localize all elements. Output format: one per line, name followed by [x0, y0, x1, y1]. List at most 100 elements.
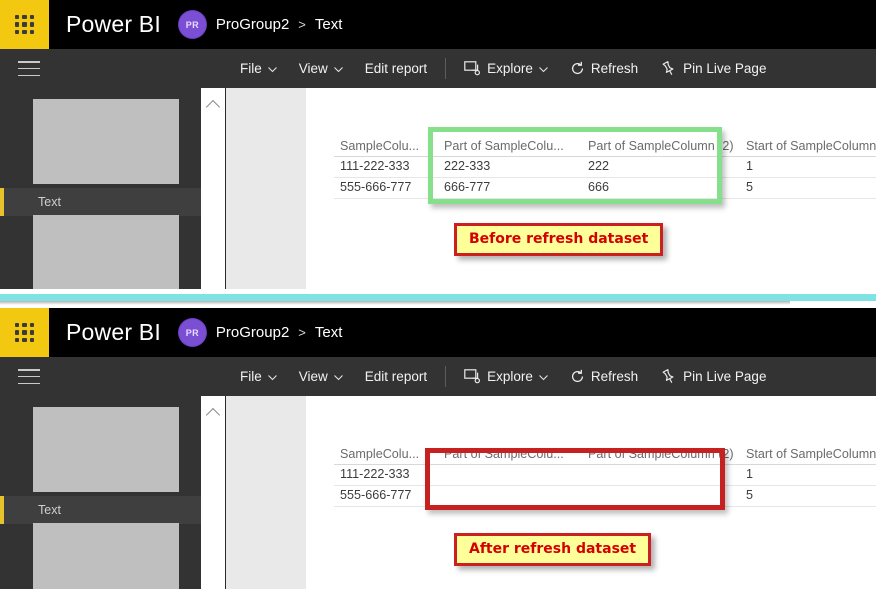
pane-collapse-button[interactable] [201, 88, 226, 289]
avatar[interactable]: PR [178, 319, 206, 346]
chevron-down-icon [267, 373, 277, 383]
toolbar-item-pin-live-page[interactable]: Pin Live Page [649, 357, 777, 396]
column-header[interactable]: Part of SampleColu... [438, 136, 582, 157]
toolbar-label-refresh: Refresh [590, 61, 639, 76]
table-cell: 222-333 [438, 156, 582, 178]
table-cell: 555-666-777 [334, 485, 438, 507]
table-row[interactable]: 555-666-777 666-777 666 5 [334, 177, 876, 199]
chevron-up-icon [205, 407, 221, 423]
panel-divider [0, 289, 876, 308]
toolbar-label-explore: Explore [487, 61, 533, 76]
refresh-icon [570, 61, 585, 76]
column-header[interactable]: Part of SampleColu... [438, 444, 582, 465]
breadcrumb-report[interactable]: Text [315, 324, 343, 341]
app-launcher-button[interactable] [0, 0, 49, 49]
screenshot-root: Power BI PR ProGroup2 > Text File View E… [0, 0, 876, 589]
sidebar-item-label: Text [38, 195, 61, 209]
hamburger-menu-icon[interactable] [18, 369, 40, 384]
table-cell [438, 464, 582, 486]
callout-after-refresh: After refresh dataset [454, 533, 652, 566]
toolbar-label-file: File [240, 369, 262, 384]
breadcrumb-workspace[interactable]: ProGroup2 [216, 324, 289, 341]
breadcrumb-workspace[interactable]: ProGroup2 [216, 16, 289, 33]
chevron-down-icon [538, 65, 548, 75]
brand-title: Power BI [66, 319, 161, 345]
toolbar-separator [445, 366, 447, 387]
table-cell: 666-777 [438, 177, 582, 199]
table-cell [582, 485, 740, 507]
table-cell: 222 [582, 156, 740, 178]
explore-icon [464, 369, 481, 384]
toolbar-item-file[interactable]: File [229, 49, 288, 88]
sidebar-item-text[interactable]: Text [0, 496, 201, 524]
column-header[interactable]: SampleColu... [334, 444, 438, 465]
canvas-gutter [226, 88, 306, 289]
pin-icon [660, 368, 677, 385]
table-cell: 5 [740, 485, 876, 507]
page-thumbnail[interactable] [33, 407, 179, 492]
app-header: Power BI PR ProGroup2 > Text [0, 308, 876, 357]
column-header[interactable]: Start of SampleColumn [740, 444, 876, 465]
page-thumbnail[interactable] [33, 99, 179, 184]
column-header[interactable]: Part of SampleColumn (2) [582, 444, 740, 465]
toolbar-items: File View Edit report Explore Refresh Pi… [218, 357, 777, 396]
toolbar: File View Edit report Explore Refresh Pi… [0, 357, 876, 396]
breadcrumb: ProGroup2 > Text [216, 16, 342, 33]
toolbar-item-explore[interactable]: Explore [453, 357, 559, 396]
toolbar-item-edit-report[interactable]: Edit report [354, 357, 438, 396]
page-thumbnail[interactable] [33, 215, 179, 289]
toolbar-items: File View Edit report Explore Refresh Pi… [218, 49, 777, 88]
breadcrumb: ProGroup2 > Text [216, 324, 342, 341]
divider-shadow [0, 301, 790, 305]
table-cell: 111-222-333 [334, 156, 438, 178]
pane-collapse-button[interactable] [201, 396, 226, 589]
toolbar-item-view[interactable]: View [288, 357, 354, 396]
explore-icon [464, 61, 481, 76]
table-row[interactable]: 555-666-777 5 [334, 485, 876, 507]
panel-after-refresh: Power BI PR ProGroup2 > Text File View E… [0, 308, 876, 589]
panel-before-refresh: Power BI PR ProGroup2 > Text File View E… [0, 0, 876, 289]
toolbar-item-view[interactable]: View [288, 49, 354, 88]
chevron-down-icon [333, 373, 343, 383]
toolbar-label-edit-report: Edit report [364, 369, 428, 384]
toolbar-item-edit-report[interactable]: Edit report [354, 49, 438, 88]
table-cell: 666 [582, 177, 740, 199]
toolbar-item-refresh[interactable]: Refresh [559, 357, 649, 396]
toolbar-label-refresh: Refresh [590, 369, 639, 384]
hamburger-menu-icon[interactable] [18, 61, 40, 76]
column-header[interactable]: SampleColu... [334, 136, 438, 157]
breadcrumb-report[interactable]: Text [315, 16, 343, 33]
column-header[interactable]: Part of SampleColumn (2) [582, 136, 740, 157]
toolbar-item-refresh[interactable]: Refresh [559, 49, 649, 88]
table-cell: 1 [740, 156, 876, 178]
table-cell: 1 [740, 464, 876, 486]
page-navigation-pane: Text [0, 88, 201, 289]
pin-icon [660, 60, 677, 77]
page-thumbnail[interactable] [33, 523, 179, 589]
table-header-row: SampleColu... Part of SampleColu... Part… [334, 136, 876, 157]
table-row[interactable]: 111-222-333 1 [334, 464, 876, 486]
sidebar-item-text[interactable]: Text [0, 188, 201, 216]
selected-page-accent [0, 188, 4, 216]
app-launcher-button[interactable] [0, 308, 49, 357]
table-cell: 555-666-777 [334, 177, 438, 199]
toolbar-label-explore: Explore [487, 369, 533, 384]
toolbar-item-pin-live-page[interactable]: Pin Live Page [649, 49, 777, 88]
chevron-down-icon [267, 65, 277, 75]
chevron-down-icon [333, 65, 343, 75]
toolbar-label-view: View [298, 369, 328, 384]
toolbar-label-view: View [298, 61, 328, 76]
avatar[interactable]: PR [178, 11, 206, 38]
table-cell [582, 464, 740, 486]
sidebar-item-label: Text [38, 503, 61, 517]
chevron-down-icon [538, 373, 548, 383]
breadcrumb-separator-icon: > [298, 17, 306, 32]
table-cell [438, 485, 582, 507]
toolbar-item-file[interactable]: File [229, 357, 288, 396]
refresh-icon [570, 369, 585, 384]
table-row[interactable]: 111-222-333 222-333 222 1 [334, 156, 876, 178]
breadcrumb-separator-icon: > [298, 325, 306, 340]
app-launcher-grid-icon [15, 15, 34, 34]
column-header[interactable]: Start of SampleColumn [740, 136, 876, 157]
toolbar-item-explore[interactable]: Explore [453, 49, 559, 88]
